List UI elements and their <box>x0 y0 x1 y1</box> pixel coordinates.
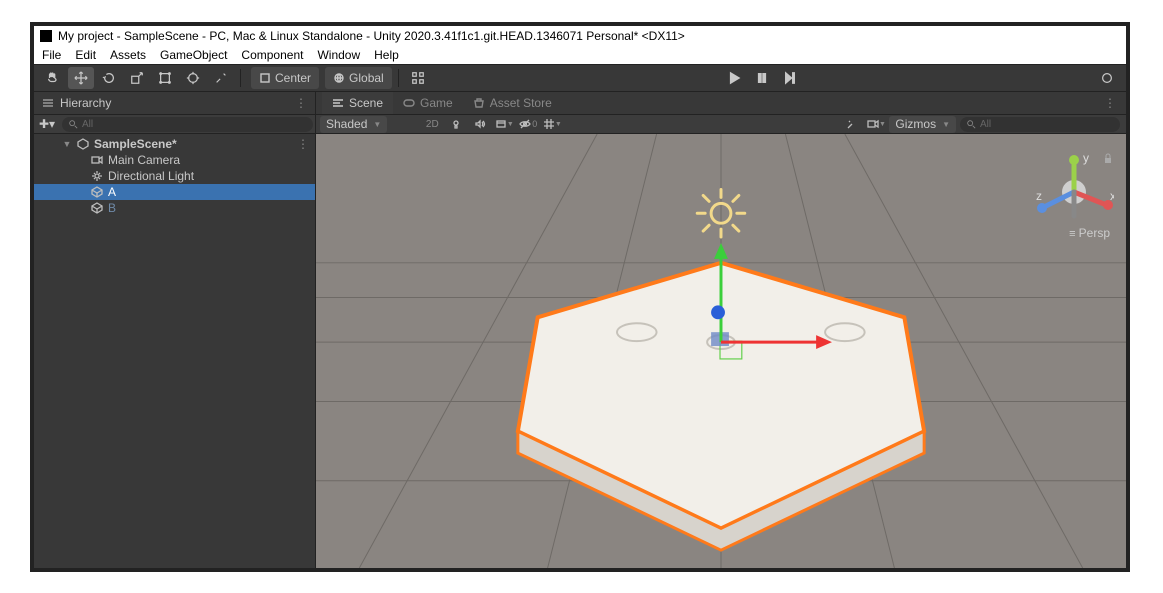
hierarchy-panel: Hierarchy ⋮ ✚▾ All ▼ SampleScene* ⋮ Main… <box>34 92 316 568</box>
pause-button[interactable] <box>749 67 775 89</box>
move-tool[interactable] <box>68 67 94 89</box>
hidden-toggle[interactable]: 0 <box>517 116 539 133</box>
hierarchy-item-selected[interactable]: A <box>34 184 315 200</box>
rect-tool[interactable] <box>152 67 178 89</box>
item-label: Main Camera <box>108 153 180 167</box>
search-placeholder: All <box>82 119 93 130</box>
lighting-toggle[interactable] <box>445 116 467 133</box>
pivot-toggle[interactable]: Center <box>251 67 319 89</box>
hierarchy-tree: ▼ SampleScene* ⋮ Main Camera Directional… <box>34 134 315 568</box>
hierarchy-item[interactable]: Main Camera <box>34 152 315 168</box>
custom-tool[interactable] <box>208 67 234 89</box>
tab-game[interactable]: Game <box>393 92 463 114</box>
scene-viewport[interactable]: y x z ≡ Persp <box>316 134 1126 568</box>
grid-toggle[interactable]: ▼ <box>541 116 563 133</box>
step-button[interactable] <box>777 67 803 89</box>
camera-icon <box>90 153 104 167</box>
create-button[interactable]: ✚▾ <box>34 117 60 131</box>
menu-component[interactable]: Component <box>241 48 303 62</box>
item-label: B <box>108 201 116 215</box>
watermark: CSDN @韩曙亮 <box>1062 570 1155 589</box>
hierarchy-icon <box>42 97 54 109</box>
search-icon <box>68 119 78 129</box>
axis-z-label: z <box>1036 189 1042 203</box>
panel-menu-icon[interactable]: ⋮ <box>295 96 307 110</box>
panel-menu-icon[interactable]: ⋮ <box>1104 96 1120 110</box>
space-toggle[interactable]: Global <box>325 67 392 89</box>
axis-y-label: y <box>1083 152 1089 165</box>
scene-toolbar: Shaded▼ 2D ▼ 0 ▼ ▼ Gizmos▼ All <box>316 114 1126 134</box>
hierarchy-search[interactable]: All <box>62 117 313 132</box>
transform-tool[interactable] <box>180 67 206 89</box>
play-button[interactable] <box>721 67 747 89</box>
hand-tool[interactable] <box>40 67 66 89</box>
menu-bar: File Edit Assets GameObject Component Wi… <box>34 46 1126 64</box>
scale-tool[interactable] <box>124 67 150 89</box>
hierarchy-tab[interactable]: Hierarchy ⋮ <box>34 92 315 114</box>
projection-label[interactable]: ≡ Persp <box>1069 226 1110 240</box>
menu-gameobject[interactable]: GameObject <box>160 48 227 62</box>
scene-menu-icon[interactable]: ⋮ <box>297 137 315 151</box>
light-icon <box>90 169 104 183</box>
shading-dropdown[interactable]: Shaded▼ <box>320 116 387 133</box>
fx-toggle[interactable]: ▼ <box>493 116 515 133</box>
tab-scene[interactable]: Scene <box>322 92 393 114</box>
hierarchy-title: Hierarchy <box>60 96 111 110</box>
item-label: A <box>108 185 116 199</box>
menu-assets[interactable]: Assets <box>110 48 146 62</box>
tab-asset-store[interactable]: Asset Store <box>463 92 562 114</box>
prefab-icon <box>90 201 104 215</box>
axis-x-label: x <box>1110 189 1114 203</box>
hierarchy-item[interactable]: Directional Light <box>34 168 315 184</box>
menu-edit[interactable]: Edit <box>75 48 96 62</box>
main-toolbar: Center Global <box>34 64 1126 92</box>
window-titlebar: My project - SampleScene - PC, Mac & Lin… <box>34 26 1126 46</box>
scene-name: SampleScene* <box>94 137 177 151</box>
scene-node[interactable]: ▼ SampleScene* ⋮ <box>34 136 315 152</box>
camera-icon[interactable]: ▼ <box>865 116 887 133</box>
item-label: Directional Light <box>108 169 194 183</box>
orientation-gizmo[interactable]: y x z <box>1034 152 1114 232</box>
layers-button[interactable] <box>1094 67 1120 89</box>
2d-toggle[interactable]: 2D <box>421 116 443 133</box>
viewport-svg <box>316 134 1126 568</box>
lock-icon[interactable] <box>1102 152 1114 164</box>
window-title: My project - SampleScene - PC, Mac & Lin… <box>58 29 685 43</box>
menu-window[interactable]: Window <box>317 48 360 62</box>
scene-search[interactable]: All <box>960 117 1120 132</box>
menu-file[interactable]: File <box>42 48 61 62</box>
search-placeholder: All <box>980 119 991 130</box>
prefab-icon <box>90 185 104 199</box>
scene-panel: Scene Game Asset Store ⋮ Shaded▼ 2D ▼ 0 … <box>316 92 1126 568</box>
snap-toggle[interactable] <box>405 67 431 89</box>
menu-help[interactable]: Help <box>374 48 399 62</box>
gizmos-dropdown[interactable]: Gizmos▼ <box>889 116 956 133</box>
app-icon <box>40 30 52 42</box>
search-icon <box>966 119 976 129</box>
tools-icon[interactable] <box>841 116 863 133</box>
audio-toggle[interactable] <box>469 116 491 133</box>
fold-icon[interactable]: ▼ <box>62 139 72 149</box>
unity-icon <box>76 137 90 151</box>
hierarchy-item[interactable]: B <box>34 200 315 216</box>
rotate-tool[interactable] <box>96 67 122 89</box>
